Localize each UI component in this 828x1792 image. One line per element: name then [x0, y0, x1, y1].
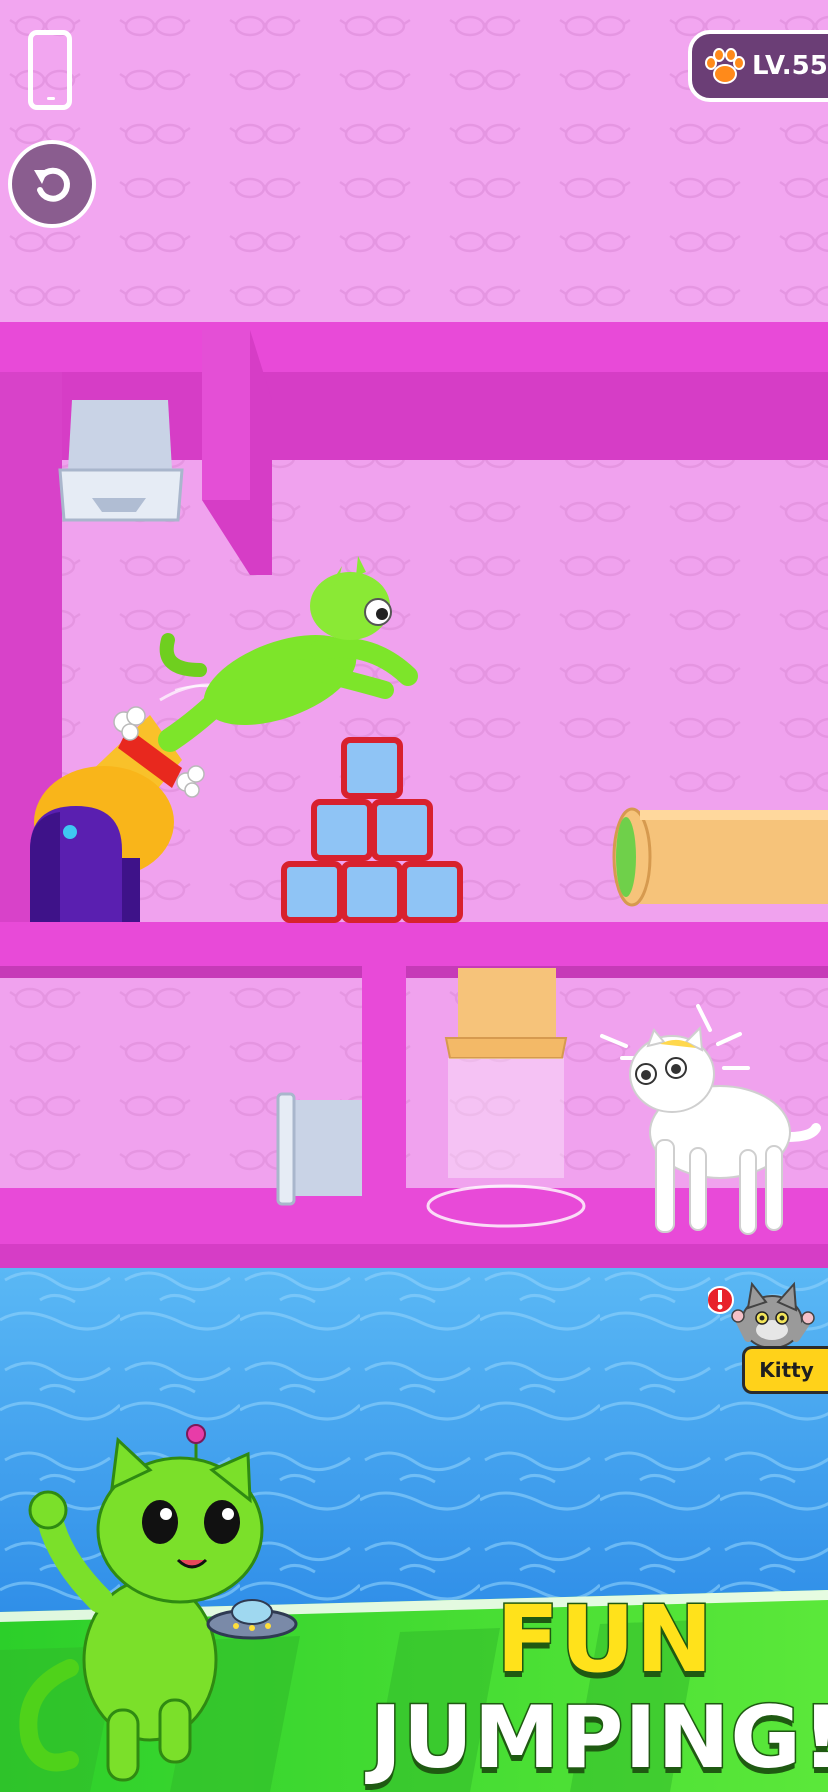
ceiling-beam [0, 322, 828, 372]
exit-pipe [612, 807, 828, 907]
ceiling-vent [58, 400, 184, 522]
promo-title-line1: FUN [495, 1586, 715, 1693]
restart-arrow-icon [34, 167, 70, 202]
promo-title-line2: JUMPING! [369, 1688, 828, 1788]
level-badge: LV.55 [688, 30, 828, 102]
paw-icon [705, 48, 745, 84]
kitty-hint-card[interactable]: Kitty [708, 1278, 828, 1400]
phone-outline-icon [28, 30, 72, 110]
tabby-cat-icon [731, 1281, 815, 1349]
exclamation-icon [708, 1286, 734, 1314]
kitty-label: Kitty [742, 1346, 828, 1394]
room-divider [362, 966, 406, 1266]
game-scene [0, 0, 828, 1792]
wall-vent [276, 1092, 362, 1206]
middle-floor [0, 922, 828, 968]
reset-button[interactable] [8, 140, 96, 228]
level-label: LV.55 [752, 51, 828, 81]
